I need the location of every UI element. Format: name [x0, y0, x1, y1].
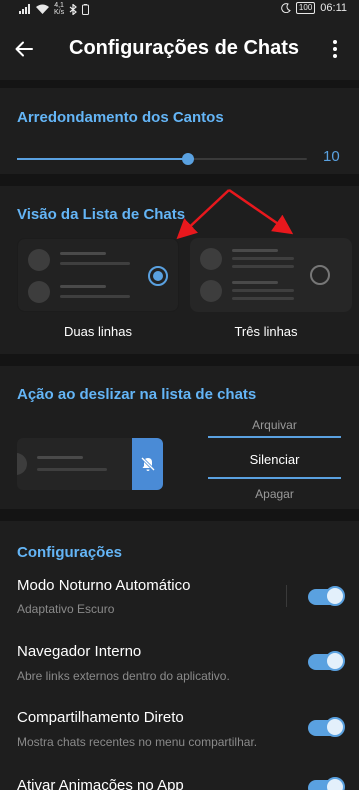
- preview-line: [37, 456, 83, 459]
- setting-title: Ativar Animações no App: [17, 777, 184, 790]
- chat-list-view-title: Visão da Lista de Chats: [17, 206, 186, 223]
- preview-line: [232, 249, 278, 252]
- avatar: [200, 280, 222, 302]
- clock: 06:11: [320, 2, 347, 14]
- more-vert-icon: [333, 40, 337, 58]
- avatar: [28, 281, 50, 303]
- direct-share-toggle[interactable]: [308, 717, 345, 737]
- animations-toggle[interactable]: [308, 777, 345, 790]
- preview-line: [60, 295, 130, 298]
- slider-thumb[interactable]: [182, 153, 195, 165]
- setting-title: Navegador Interno: [17, 643, 142, 660]
- swipe-action-preview: [132, 438, 163, 490]
- two-lines-label: Duas linhas: [64, 324, 132, 339]
- corner-rounding-title: Arredondamento dos Cantos: [17, 109, 224, 126]
- three-lines-radio[interactable]: [310, 265, 330, 285]
- corner-rounding-value: 10: [323, 148, 340, 165]
- preview-line: [60, 285, 106, 288]
- setting-title: Modo Noturno Automático: [17, 577, 191, 594]
- preview-line: [232, 265, 294, 268]
- page-title: Configurações de Chats: [69, 37, 300, 59]
- preview-line: [37, 468, 107, 471]
- avatar: [200, 248, 222, 270]
- three-lines-label: Três linhas: [234, 324, 298, 339]
- preview-line: [232, 297, 294, 300]
- settings-section: Configurações Modo Noturno Automático Ad…: [0, 521, 359, 790]
- two-lines-radio[interactable]: [148, 266, 168, 286]
- swipe-option-delete[interactable]: Apagar: [208, 487, 341, 501]
- two-lines-option[interactable]: [17, 238, 179, 312]
- swipe-option-archive[interactable]: Arquivar: [208, 418, 341, 432]
- preview-line: [232, 281, 278, 284]
- auto-night-toggle[interactable]: [308, 586, 345, 606]
- swipe-action-title: Ação ao deslizar na lista de chats: [17, 386, 257, 403]
- back-button[interactable]: [10, 35, 38, 63]
- bluetooth-icon: [69, 3, 78, 15]
- swipe-action-section: Ação ao deslizar na lista de chats Arqui…: [0, 366, 359, 509]
- mute-icon: [140, 456, 155, 472]
- preview-line: [60, 262, 130, 265]
- preview-line: [232, 257, 294, 260]
- moon-icon: [281, 3, 291, 13]
- three-lines-option[interactable]: [190, 238, 352, 312]
- swipe-option-mute[interactable]: Silenciar: [208, 452, 341, 467]
- avatar: [28, 249, 50, 271]
- status-bar: 4,1 K/s 100 06:11: [0, 0, 359, 18]
- in-app-browser-toggle[interactable]: [308, 651, 345, 671]
- picker-divider: [208, 477, 341, 479]
- signal-icon: [19, 4, 30, 14]
- slider-fill: [17, 158, 189, 160]
- swipe-preview: [17, 438, 163, 490]
- corner-rounding-slider[interactable]: [17, 153, 307, 165]
- corner-rounding-section: Arredondamento dos Cantos 10: [0, 88, 359, 174]
- setting-subtitle: Adaptativo Escuro: [17, 602, 115, 616]
- divider: [286, 585, 287, 607]
- setting-title: Compartilhamento Direto: [17, 709, 184, 726]
- settings-title: Configurações: [17, 544, 123, 561]
- back-arrow-icon: [15, 41, 33, 57]
- chat-list-view-section: Visão da Lista de Chats Duas linhas Três…: [0, 186, 359, 354]
- preview-line: [232, 289, 294, 292]
- picker-divider: [208, 436, 341, 438]
- battery-saver-icon: [82, 3, 90, 15]
- avatar: [17, 453, 27, 475]
- app-bar: Configurações de Chats: [0, 18, 359, 80]
- preview-line: [60, 252, 106, 255]
- setting-subtitle: Mostra chats recentes no menu compartilh…: [17, 735, 258, 749]
- network-speed: 4,1 K/s: [54, 2, 65, 16]
- more-options-button[interactable]: [323, 35, 347, 63]
- setting-subtitle: Abre links externos dentro do aplicativo…: [17, 669, 230, 683]
- wifi-icon: [36, 4, 49, 14]
- battery-icon: 100: [295, 2, 316, 14]
